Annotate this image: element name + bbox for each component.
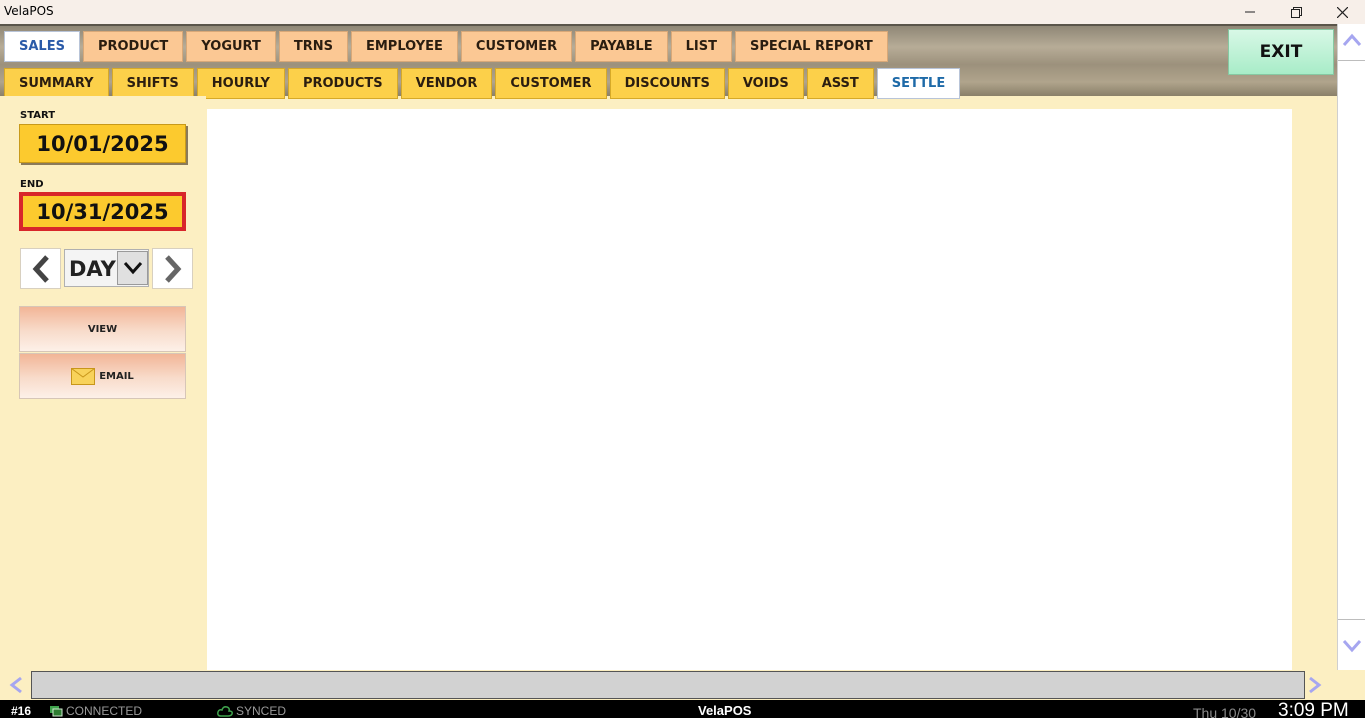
subtab-customer[interactable]: CUSTOMER [495, 68, 607, 99]
subtab-voids[interactable]: VOIDS [727, 68, 804, 99]
scroll-down-icon[interactable] [1342, 638, 1362, 654]
period-navigator: DAY [20, 248, 193, 289]
sync-status: SYNCED [217, 704, 286, 718]
maximize-icon [1290, 6, 1302, 18]
subtab-summary[interactable]: SUMMARY [4, 68, 109, 99]
tab-product[interactable]: PRODUCT [82, 31, 184, 62]
subtab-discounts[interactable]: DISCOUNTS [609, 68, 725, 99]
status-bar: #16 CONNECTED SYNCED VelaPOS Thu 10/30 3… [0, 700, 1365, 718]
period-dropdown-button[interactable] [117, 251, 148, 285]
app-window: SALES PRODUCT YOGURT TRNS EMPLOYEE CUSTO… [0, 24, 1365, 700]
tab-list[interactable]: LIST [670, 31, 732, 62]
tab-sales[interactable]: SALES [4, 31, 80, 62]
secondary-tab-bar: SUMMARY SHIFTS HOURLY PRODUCTS VENDOR CU… [4, 68, 961, 99]
tab-special-report[interactable]: SPECIAL REPORT [734, 31, 888, 62]
connection-status: CONNECTED [49, 704, 142, 718]
tab-customer[interactable]: CUSTOMER [460, 31, 573, 62]
end-date-field[interactable]: 10/31/2025 [19, 192, 186, 231]
connection-status-text: CONNECTED [66, 704, 143, 718]
period-select-value: DAY [69, 257, 116, 281]
subtab-vendor[interactable]: VENDOR [400, 68, 493, 99]
tab-header: SALES PRODUCT YOGURT TRNS EMPLOYEE CUSTO… [0, 24, 1337, 99]
close-button[interactable] [1319, 0, 1365, 24]
chevron-left-icon [32, 254, 49, 283]
envelope-icon [71, 367, 96, 385]
tab-trns[interactable]: TRNS [278, 31, 348, 62]
window-title: VelaPOS [4, 4, 54, 18]
end-label: END [20, 179, 44, 190]
vertical-scrollbar[interactable] [1337, 24, 1365, 670]
email-button[interactable]: EMAIL [19, 353, 186, 399]
tab-yogurt[interactable]: YOGURT [186, 31, 276, 62]
maximize-button[interactable] [1273, 0, 1319, 24]
view-button-label: VIEW [87, 323, 118, 335]
subtab-settle[interactable]: SETTLE [876, 68, 961, 99]
scroll-up-icon[interactable] [1342, 32, 1362, 48]
status-time: 3:09 PM [1278, 700, 1349, 718]
window-titlebar: VelaPOS [0, 0, 1365, 24]
network-icon [50, 706, 63, 717]
exit-button[interactable]: EXIT [1228, 29, 1334, 75]
start-date-field[interactable]: 10/01/2025 [19, 124, 186, 163]
email-button-label: EMAIL [99, 370, 134, 382]
next-period-button[interactable] [152, 248, 193, 289]
tab-employee[interactable]: EMPLOYEE [350, 31, 458, 62]
vertical-scroll-track[interactable] [1338, 60, 1365, 620]
cloud-icon [217, 705, 233, 717]
scroll-right-icon[interactable] [1307, 676, 1323, 694]
chevron-down-icon [123, 262, 142, 275]
brand-name: VelaPOS [698, 703, 752, 718]
tab-payable[interactable]: PAYABLE [575, 31, 668, 62]
horizontal-scroll-track[interactable] [31, 671, 1305, 699]
primary-tab-bar: SALES PRODUCT YOGURT TRNS EMPLOYEE CUSTO… [4, 31, 888, 62]
period-select[interactable]: DAY [64, 249, 149, 287]
chevron-right-icon [164, 254, 181, 283]
status-date: Thu 10/30 [1193, 705, 1257, 718]
previous-period-button[interactable] [20, 248, 61, 289]
start-label: START [20, 110, 56, 121]
subtab-products[interactable]: PRODUCTS [287, 68, 398, 99]
horizontal-scrollbar[interactable] [0, 670, 1337, 700]
view-button[interactable]: VIEW [19, 306, 186, 352]
scroll-left-icon[interactable] [8, 676, 24, 694]
terminal-number: #16 [11, 704, 32, 718]
minimize-button[interactable] [1227, 0, 1273, 24]
close-icon [1336, 6, 1348, 18]
filter-panel: START 10/01/2025 END 10/31/2025 DAY VIEW… [0, 96, 206, 670]
subtab-shifts[interactable]: SHIFTS [111, 68, 194, 99]
subtab-asst[interactable]: ASST [806, 68, 874, 99]
minimize-icon [1245, 11, 1255, 13]
sync-status-text: SYNCED [236, 704, 287, 718]
report-content-area [207, 109, 1292, 670]
subtab-hourly[interactable]: HOURLY [196, 68, 285, 99]
